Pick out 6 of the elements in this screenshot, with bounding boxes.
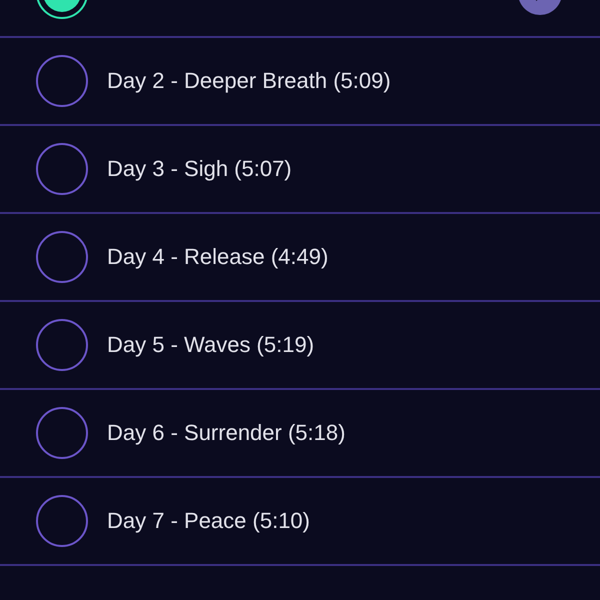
session-title[interactable]: Day 3 - Sigh (5:07) — [107, 156, 562, 182]
session-title[interactable]: Day 5 - Waves (5:19) — [107, 332, 562, 358]
session-title[interactable]: Day 6 - Surrender (5:18) — [107, 420, 562, 446]
session-title[interactable]: Day 2 - Deeper Breath (5:09) — [107, 68, 562, 94]
session-title[interactable]: Day 4 - Release (4:49) — [107, 244, 562, 270]
session-title[interactable]: Day 7 - Peace (5:10) — [107, 508, 562, 534]
